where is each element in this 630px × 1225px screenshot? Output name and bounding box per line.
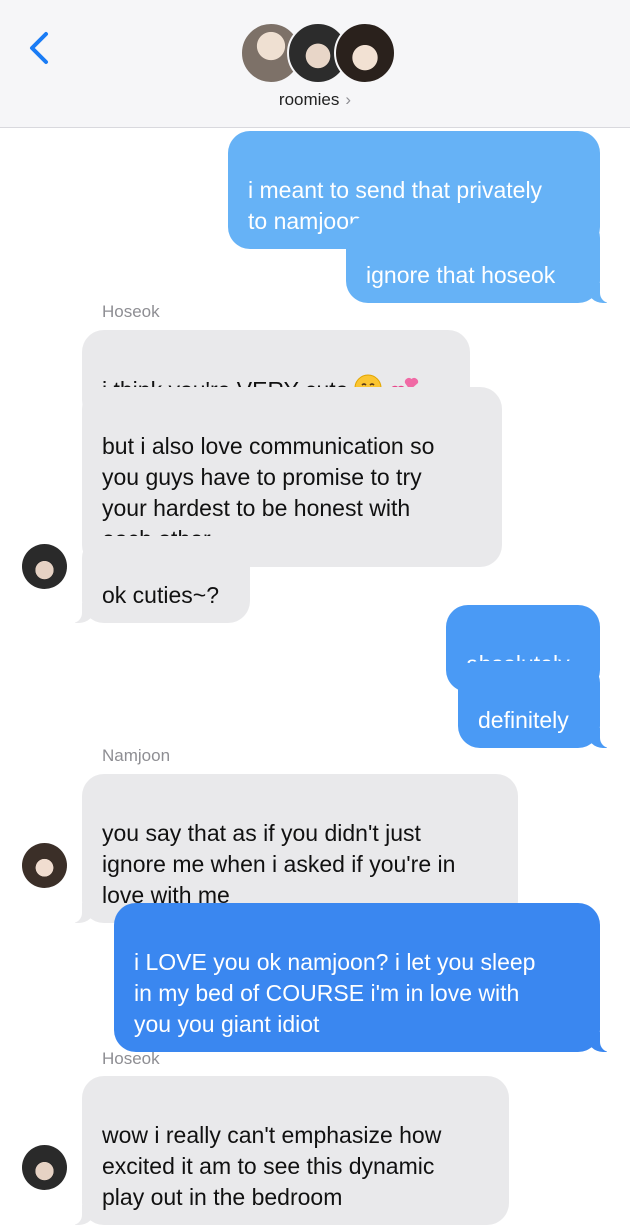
conversation-header: roomies ›	[0, 0, 630, 128]
group-name: roomies	[278, 90, 340, 109]
message-text: ok cuties~?	[102, 582, 219, 608]
message-text: definitely	[478, 707, 569, 733]
outgoing-message[interactable]: ignore that hoseok	[346, 216, 610, 303]
group-avatar-3	[334, 22, 396, 84]
message-text: i LOVE you ok namjoon? i let you sleep i…	[134, 949, 536, 1037]
message-text: wow i really can't emphasize how excited…	[102, 1122, 442, 1210]
sender-name: Hoseok	[102, 1049, 160, 1068]
chevron-left-icon[interactable]	[22, 28, 58, 68]
message-text: but i also love communication so you guy…	[102, 433, 435, 552]
message-text: you say that as if you didn't just ignor…	[102, 820, 456, 908]
group-name-button[interactable]: roomies ›	[0, 90, 630, 110]
group-avatars[interactable]	[240, 22, 396, 84]
sender-name: Namjoon	[102, 746, 171, 765]
sender-name: Hoseok	[102, 302, 160, 321]
hoseok-avatar[interactable]	[22, 544, 67, 589]
incoming-message[interactable]: ok cuties~?	[72, 536, 250, 623]
hoseok-avatar[interactable]	[22, 1145, 67, 1190]
outgoing-message[interactable]: definitely	[458, 661, 610, 748]
incoming-message[interactable]: you say that as if you didn't just ignor…	[72, 774, 518, 923]
outgoing-message[interactable]: i LOVE you ok namjoon? i let you sleep i…	[114, 903, 610, 1052]
namjoon-avatar[interactable]	[22, 843, 67, 888]
message-text: ignore that hoseok	[366, 262, 556, 288]
incoming-message[interactable]: wow i really can't emphasize how excited…	[72, 1076, 509, 1225]
chevron-right-icon: ›	[345, 90, 352, 109]
